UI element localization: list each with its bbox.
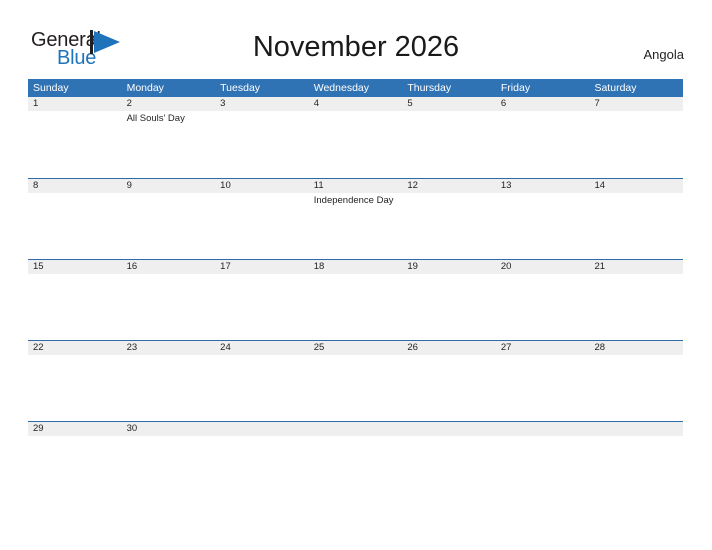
holiday-event: Independence Day xyxy=(313,195,394,206)
day-number: 16 xyxy=(126,261,138,272)
weekday-header-wednesday: Wednesday xyxy=(313,82,369,94)
day-number: 21 xyxy=(594,261,606,272)
day-number: 11 xyxy=(313,180,324,191)
day-cell[interactable]: 24 xyxy=(215,341,309,421)
day-number: 3 xyxy=(220,98,226,109)
day-cell[interactable]: 12 xyxy=(402,179,496,259)
calendar-week-row: 8 9 10 11 Independence Day 12 13 14 xyxy=(28,178,683,259)
week-cells: 29 30 xyxy=(28,422,683,449)
holiday-event: All Souls’ Day xyxy=(126,113,185,124)
day-cell-empty xyxy=(589,422,683,449)
day-cell[interactable]: 27 xyxy=(496,341,590,421)
day-number: 12 xyxy=(407,180,418,191)
day-number: 6 xyxy=(500,98,507,109)
day-cell[interactable]: 10 xyxy=(215,179,309,259)
day-cell[interactable]: 15 xyxy=(28,260,122,340)
day-number: 24 xyxy=(220,342,231,353)
page-header: General Blue November 2026 Angola xyxy=(0,0,712,78)
weekday-header-monday: Monday xyxy=(126,82,164,94)
day-number: 1 xyxy=(33,98,39,109)
calendar-week-row: 29 30 xyxy=(28,421,683,449)
day-cell-empty xyxy=(496,422,590,449)
day-cell[interactable]: 2 All Souls’ Day xyxy=(122,97,216,178)
day-number: 19 xyxy=(407,261,418,272)
day-cell[interactable]: 5 xyxy=(402,97,496,178)
day-number: 20 xyxy=(500,261,512,272)
day-number: 30 xyxy=(126,423,138,434)
calendar-page: General Blue November 2026 Angola Sunday… xyxy=(0,0,712,550)
weekday-header-saturday: Saturday xyxy=(594,82,637,94)
day-number: 25 xyxy=(313,342,325,353)
day-number: 18 xyxy=(313,261,325,272)
day-cell[interactable]: 25 xyxy=(309,341,403,421)
day-cell-empty xyxy=(215,422,309,449)
day-cell[interactable]: 6 xyxy=(496,97,590,178)
day-cell[interactable]: 8 xyxy=(28,179,122,259)
day-number: 14 xyxy=(594,180,606,191)
day-number: 29 xyxy=(33,423,44,434)
day-cell[interactable]: 16 xyxy=(122,260,216,340)
calendar-grid: Sunday Monday Tuesday Wednesday Thursday Frid… xyxy=(28,79,683,449)
day-number: 7 xyxy=(594,98,600,109)
day-cell[interactable]: 30 xyxy=(122,422,216,449)
calendar-week-row: 15 16 17 18 19 20 21 xyxy=(28,259,683,340)
day-cell[interactable]: 9 xyxy=(122,179,216,259)
day-cell[interactable]: 1 xyxy=(28,97,122,178)
day-cell[interactable]: 22 xyxy=(28,341,122,421)
week-cells: 1 2 All Souls’ Day 3 4 5 6 7 xyxy=(28,97,683,178)
day-cell-empty xyxy=(402,422,496,449)
week-cells: 22 23 24 25 26 27 28 xyxy=(28,341,683,421)
day-cell[interactable]: 11 Independence Day xyxy=(309,179,403,259)
calendar-weeks: 1 2 All Souls’ Day 3 4 5 6 7 8 9 10 11 Independence … xyxy=(28,97,683,449)
day-cell[interactable]: 28 xyxy=(589,341,683,421)
day-cell[interactable]: 4 xyxy=(309,97,403,178)
day-cell[interactable]: 26 xyxy=(402,341,496,421)
page-title: November 2026 xyxy=(252,31,460,63)
country-label: Angola xyxy=(643,47,684,62)
day-cell[interactable]: 17 xyxy=(215,260,309,340)
day-number: 15 xyxy=(33,261,44,272)
day-number: 8 xyxy=(33,180,39,191)
day-number: 5 xyxy=(407,98,413,109)
day-number: 26 xyxy=(407,342,418,353)
day-cell-empty xyxy=(309,422,403,449)
weekday-header-sunday: Sunday xyxy=(33,82,69,94)
weekday-header-tuesday: Tuesday xyxy=(220,82,261,94)
day-number: 2 xyxy=(126,98,132,109)
day-cell[interactable]: 20 xyxy=(496,260,590,340)
calendar-week-row: 1 2 All Souls’ Day 3 4 5 6 7 xyxy=(28,97,683,178)
weekday-header-friday: Friday xyxy=(500,82,531,94)
day-cell[interactable]: 19 xyxy=(402,260,496,340)
day-cell[interactable]: 21 xyxy=(589,260,683,340)
day-number: 28 xyxy=(594,342,606,353)
day-cell[interactable]: 18 xyxy=(309,260,403,340)
day-number: 9 xyxy=(126,180,132,191)
day-number: 23 xyxy=(126,342,138,353)
day-cell[interactable]: 13 xyxy=(496,179,590,259)
day-cell[interactable]: 14 xyxy=(589,179,683,259)
day-number: 27 xyxy=(500,342,512,353)
weekday-header-row: Sunday Monday Tuesday Wednesday Thursday Frid… xyxy=(28,79,683,97)
day-cell[interactable]: 23 xyxy=(122,341,216,421)
day-number: 17 xyxy=(220,261,231,272)
week-cells: 15 16 17 18 19 20 21 xyxy=(28,260,683,340)
day-cell[interactable]: 29 xyxy=(28,422,122,449)
day-number: 22 xyxy=(33,342,44,353)
day-number: 4 xyxy=(313,98,320,109)
weekday-header-thursday: Thursday xyxy=(407,82,452,94)
day-events: All Souls’ Day xyxy=(127,113,216,125)
calendar-week-row: 22 23 24 25 26 27 28 xyxy=(28,340,683,421)
day-cell[interactable]: 7 xyxy=(589,97,683,178)
day-number: 10 xyxy=(220,180,231,191)
week-cells: 8 9 10 11 Independence Day 12 13 14 xyxy=(28,179,683,259)
day-events: Independence Day xyxy=(314,195,403,207)
day-cell[interactable]: 3 xyxy=(215,97,309,178)
day-number: 13 xyxy=(500,180,512,191)
